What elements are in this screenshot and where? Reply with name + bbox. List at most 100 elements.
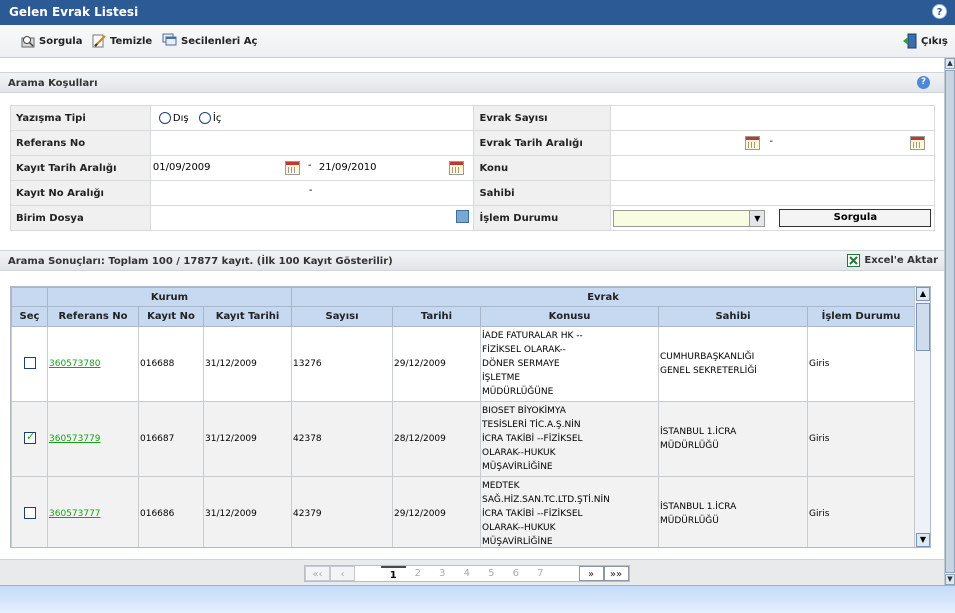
kayit-no-araligi-label: Kayıt No Aralığı <box>10 180 151 206</box>
row-checkbox[interactable] <box>24 430 36 444</box>
scroll-up-icon[interactable]: ▲ <box>945 58 955 69</box>
column-header-sayisi[interactable]: Sayısı <box>291 306 394 327</box>
islem-durumu-select[interactable]: ▼ <box>613 210 766 227</box>
konu-line: MÜDÜRLÜĞÜNE <box>482 387 554 397</box>
page-7[interactable]: 7 <box>528 566 553 581</box>
column-header-islem-durumu[interactable]: İşlem Durumu <box>807 306 916 327</box>
referans-no-label: Referans No <box>10 130 151 156</box>
referans-link[interactable]: 360573780 <box>49 359 101 369</box>
islem-durumu-cell: Giris <box>807 476 916 547</box>
sahibi-cell: İSTANBUL 1.İCRA MÜDÜRLÜĞÜ <box>658 401 809 477</box>
sorgula-button[interactable]: Sorgula <box>779 209 932 227</box>
kayit-no-cell: 016686 <box>138 476 204 547</box>
scroll-up-icon[interactable]: ▲ <box>916 287 930 301</box>
row-checkbox[interactable] <box>24 506 36 519</box>
page-1[interactable]: 1 <box>381 566 406 581</box>
kayit-tarih-start-input[interactable]: 01/09/2009 <box>153 162 211 173</box>
search-form: Yazışma Tipi Dış İç Evrak Sayısı Referan… <box>10 105 935 231</box>
tarihi-cell: 29/12/2009 <box>392 326 482 402</box>
evrak-sayisi-input[interactable] <box>610 105 935 131</box>
first-page-button[interactable]: «‹ <box>305 566 330 581</box>
referans-link[interactable]: 360573779 <box>49 434 101 444</box>
page-2[interactable]: 2 <box>406 566 431 581</box>
konu-line: FİZİKSEL OLARAK-- <box>482 345 566 355</box>
page-3[interactable]: 3 <box>430 566 455 581</box>
radio-ic[interactable] <box>198 112 211 124</box>
column-header-sahibi[interactable]: Sahibi <box>658 306 809 327</box>
grid-scrollbar[interactable]: ▲ ▼ <box>914 287 930 547</box>
konu-line: İCRA TAKİBİ --FİZİKSEL <box>482 509 583 519</box>
konusu-cell: MEDTEK SAĞ.HİZ.SAN.TC.LTD.ŞTİ.NİN İCRA T… <box>480 476 660 547</box>
open-documents-icon <box>162 33 178 49</box>
chevron-down-icon[interactable]: ▼ <box>749 211 765 226</box>
referans-cell: 360573779 <box>47 401 139 477</box>
referans-no-input[interactable] <box>149 130 475 156</box>
sahibi-input[interactable] <box>610 180 935 206</box>
secilenleri-ac-button[interactable]: Secilenleri Aç <box>162 33 257 49</box>
table-row[interactable]: 360573779 016687 31/12/2009 42378 28/12/… <box>11 401 916 477</box>
page-scrollbar[interactable]: ▲ ▼ <box>944 58 955 585</box>
tarihi-cell: 29/12/2009 <box>392 476 482 547</box>
referans-link[interactable]: 360573777 <box>49 509 101 519</box>
page-scroll-thumb[interactable] <box>945 70 955 573</box>
table-row[interactable]: 360573777 016686 31/12/2009 42379 29/12/… <box>11 476 916 547</box>
referans-cell: 360573780 <box>47 326 139 402</box>
next-page-button[interactable]: » <box>578 566 604 581</box>
konu-line: İADE FATURALAR HK -- <box>482 331 583 341</box>
grid-scroll-thumb[interactable] <box>916 303 930 351</box>
radio-dis[interactable] <box>158 112 171 124</box>
prev-page-button[interactable]: ‹ <box>330 566 355 581</box>
temizle-button[interactable]: Temizle <box>91 33 152 49</box>
page-5[interactable]: 5 <box>479 566 504 581</box>
excel-export-button[interactable]: Excel'e Aktar <box>847 254 938 267</box>
evrak-tarih-araligi-field: - <box>610 130 935 156</box>
column-header-referans-no[interactable]: Referans No <box>47 306 139 327</box>
konu-line: OLARAK--HUKUK <box>482 523 556 533</box>
konu-line: İCRA TAKİBİ --FİZİKSEL <box>482 434 583 444</box>
column-header-kayit-no[interactable]: Kayıt No <box>138 306 204 327</box>
section-help-icon[interactable]: ? <box>917 76 930 89</box>
window-titlebar: Gelen Evrak Listesi ? <box>0 0 955 25</box>
islem-durumu-cell: Giris <box>807 401 916 477</box>
birim-dosya-field[interactable] <box>149 205 475 231</box>
table-row[interactable]: 360573780 016688 31/12/2009 13276 29/12/… <box>11 326 916 402</box>
pager-spacer <box>553 566 579 581</box>
calendar-icon[interactable] <box>910 136 926 150</box>
calendar-icon[interactable] <box>745 136 761 150</box>
results-header: Arama Sonuçları: Toplam 100 / 17877 kayı… <box>0 250 944 271</box>
column-header-sec[interactable]: Seç <box>11 306 48 327</box>
calendar-icon[interactable] <box>284 161 300 175</box>
pager-bar: «‹ ‹ 1 2 3 4 5 6 7 » »» <box>0 559 944 585</box>
konu-line: SAĞ.HİZ.SAN.TC.LTD.ŞTİ.NİN <box>482 495 610 505</box>
column-header-konusu[interactable]: Konusu <box>480 306 660 327</box>
kayit-no-araligi-field[interactable]: - <box>149 180 475 206</box>
scroll-down-icon[interactable]: ▼ <box>945 574 955 585</box>
kayit-tarih-end-input[interactable]: 21/09/2010 <box>319 162 377 173</box>
calendar-icon[interactable] <box>448 161 464 175</box>
row-checkbox[interactable] <box>24 356 36 369</box>
sayisi-cell: 13276 <box>291 326 394 402</box>
sahibi-line: İSTANBUL 1.İCRA <box>660 427 737 437</box>
evrak-sayisi-label: Evrak Sayısı <box>473 105 612 131</box>
column-header-kayit-tarihi[interactable]: Kayıt Tarihi <box>202 306 293 327</box>
scroll-down-icon[interactable]: ▼ <box>916 533 930 547</box>
edit-clear-icon <box>91 33 107 49</box>
evrak-tarih-araligi-label: Evrak Tarih Aralığı <box>473 130 612 156</box>
help-icon[interactable]: ? <box>932 4 947 19</box>
cikis-button[interactable]: Çıkış <box>902 33 948 49</box>
konu-line: MÜŞAVİRLİĞİNE <box>482 537 553 547</box>
column-header-tarihi[interactable]: Tarihi <box>392 306 482 327</box>
page-4[interactable]: 4 <box>455 566 480 581</box>
kayit-no-cell: 016687 <box>138 401 204 477</box>
secilenleri-ac-label: Secilenleri Aç <box>181 35 258 47</box>
lookup-search-icon[interactable] <box>456 210 470 223</box>
last-page-button[interactable]: »» <box>603 566 629 581</box>
sayisi-cell: 42378 <box>291 401 394 477</box>
islem-durumu-label: İşlem Durumu <box>473 205 612 231</box>
sorgula-toolbar-button[interactable]: Sorgula <box>20 33 82 49</box>
konu-input[interactable] <box>610 155 935 181</box>
konu-line: MEDTEK <box>482 481 520 491</box>
row-select-cell <box>11 401 48 477</box>
tarihi-cell: 28/12/2009 <box>392 401 482 477</box>
page-6[interactable]: 6 <box>504 566 529 581</box>
